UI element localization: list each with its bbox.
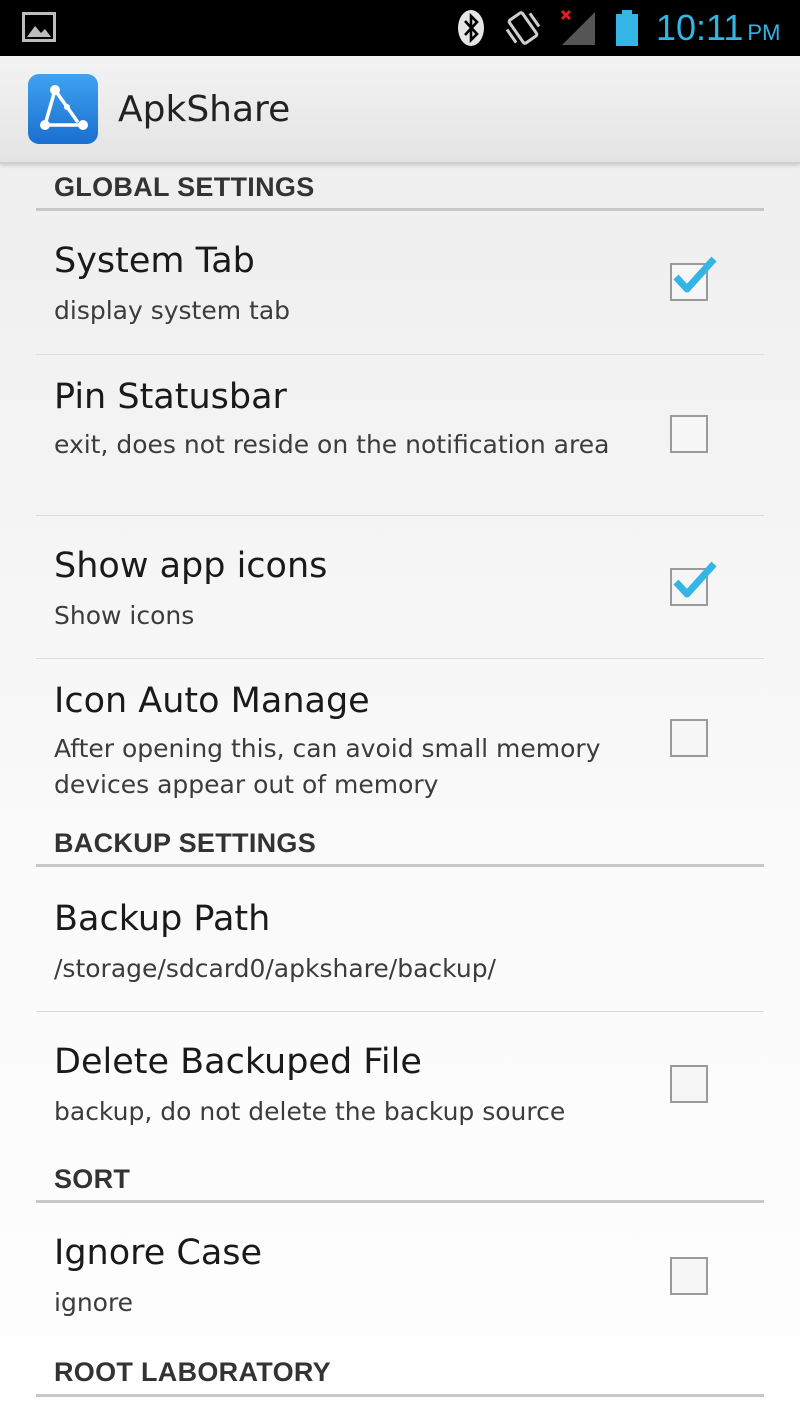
pref-icon-auto-manage[interactable]: Icon Auto Manage After opening this, can… <box>36 659 764 809</box>
status-bar: 10:11 PM <box>0 0 800 56</box>
clock-ampm: PM <box>747 20 781 45</box>
checkmark-icon <box>673 256 717 293</box>
section-header-label: ROOT LABORATORY <box>54 1357 331 1387</box>
gallery-icon <box>22 12 56 42</box>
app-title: ApkShare <box>118 89 291 130</box>
section-header-label: BACKUP SETTINGS <box>54 828 317 858</box>
delete-backuped-file-checkbox[interactable] <box>670 1065 708 1103</box>
checkmark-icon <box>673 561 717 598</box>
battery-icon <box>616 10 638 46</box>
section-header-label: SORT <box>54 1164 131 1194</box>
pref-backup-path[interactable]: Backup Path /storage/sdcard0/apkshare/ba… <box>36 867 764 1012</box>
system-tab-checkbox[interactable] <box>670 256 717 301</box>
pref-show-app-icons[interactable]: Show app icons Show icons <box>36 516 764 659</box>
apkshare-logo-icon[interactable] <box>27 73 99 145</box>
pref-system-tab[interactable]: System Tab display system tab <box>36 211 764 355</box>
ignore-case-checkbox[interactable] <box>670 1257 708 1295</box>
pref-title: Delete Backuped File <box>54 1042 422 1082</box>
pref-summary: backup, do not delete the backup source <box>54 1097 566 1126</box>
section-header-global-settings: GLOBAL SETTINGS <box>36 164 764 211</box>
section-header-sort: SORT <box>36 1160 764 1203</box>
pref-title: Pin Statusbar <box>54 377 287 417</box>
pref-title: Backup Path <box>54 899 271 939</box>
section-header-label: GLOBAL SETTINGS <box>54 172 315 202</box>
pref-delete-backuped-file[interactable]: Delete Backuped File backup, do not dele… <box>36 1012 764 1152</box>
vibrate-icon <box>505 11 541 45</box>
pref-title: System Tab <box>54 241 255 281</box>
section-header-backup-settings: BACKUP SETTINGS <box>36 822 764 867</box>
pref-summary: After opening this, can avoid small memo… <box>54 734 601 799</box>
bluetooth-icon <box>458 10 484 46</box>
pref-title: Show app icons <box>54 546 328 586</box>
pref-summary: /storage/sdcard0/apkshare/backup/ <box>54 954 496 983</box>
pin-statusbar-checkbox[interactable] <box>670 415 708 453</box>
clock: 10:11 PM <box>656 6 780 50</box>
pref-summary: exit, does not reside on the notificatio… <box>54 430 610 459</box>
section-header-root-laboratory: ROOT LABORATORY <box>36 1352 764 1397</box>
signal-icon <box>560 9 595 45</box>
pref-summary: display system tab <box>54 296 291 325</box>
pref-title: Icon Auto Manage <box>54 681 370 721</box>
action-bar: ApkShare <box>0 56 800 164</box>
pref-title: Ignore Case <box>54 1233 263 1273</box>
show-app-icons-checkbox[interactable] <box>670 561 717 606</box>
pref-summary: ignore <box>54 1288 134 1317</box>
icon-auto-manage-checkbox[interactable] <box>670 719 708 757</box>
pref-pin-statusbar[interactable]: Pin Statusbar exit, does not reside on t… <box>36 355 764 516</box>
pref-ignore-case[interactable]: Ignore Case ignore <box>36 1203 764 1343</box>
pref-summary: Show icons <box>54 601 195 630</box>
clock-time: 10:11 <box>656 7 744 48</box>
